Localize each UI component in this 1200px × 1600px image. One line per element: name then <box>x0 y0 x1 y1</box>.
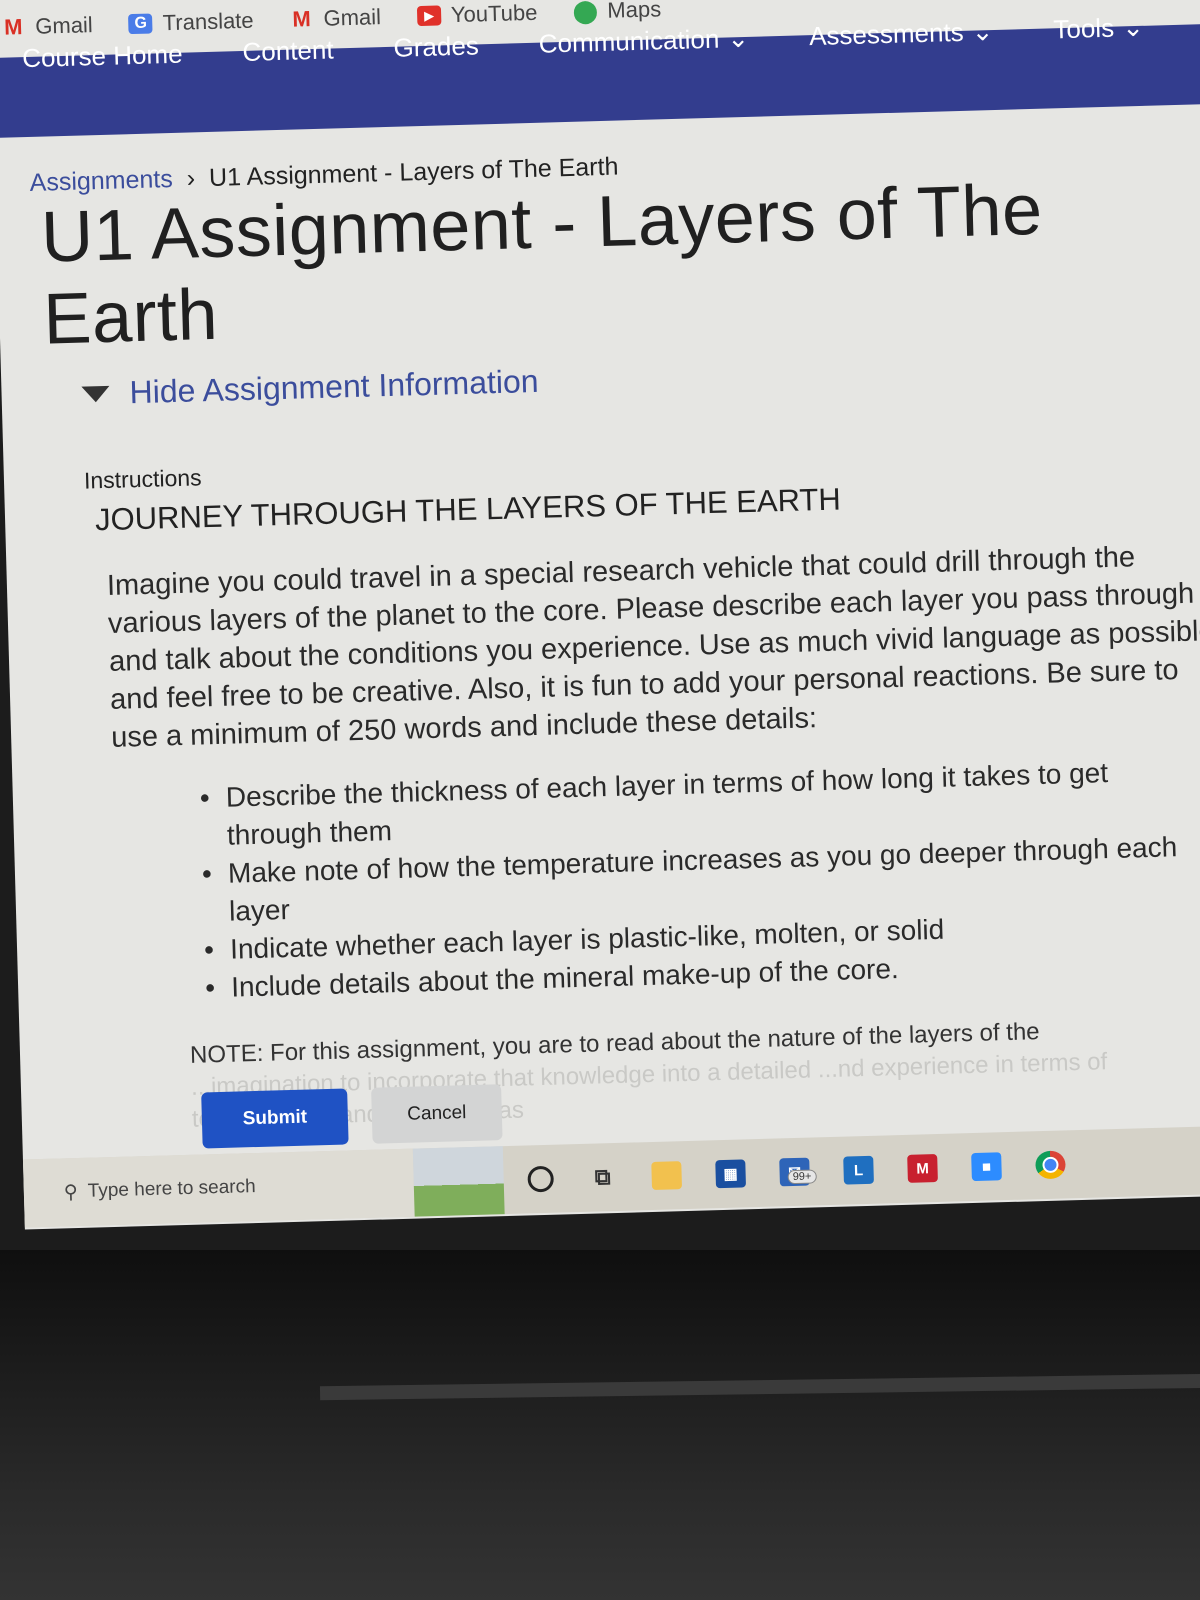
chevron-down-icon: ⌄ <box>1121 11 1145 43</box>
laptop-screen: M Gmail G Translate M Gmail ▶ YouTube ⬤ … <box>0 0 1200 1230</box>
mcafee-icon[interactable]: M <box>907 1154 938 1183</box>
nav-communication[interactable]: Communication ⌄ <box>538 23 749 60</box>
nav-content[interactable]: Content <box>242 34 334 68</box>
instructions-paragraph: Imagine you could travel in a special re… <box>106 541 1200 754</box>
search-icon: ⚲ <box>63 1181 79 1203</box>
laptop-bezel <box>0 1250 1200 1600</box>
bookmark-label: Maps <box>606 0 662 23</box>
microsoft-store-icon[interactable]: ▦ <box>715 1159 747 1189</box>
chevron-down-icon: ⌄ <box>971 16 994 47</box>
taskbar-apps: ⧉ ▦ ✉99+ L M ■ <box>503 1150 1066 1194</box>
file-explorer-icon[interactable] <box>651 1161 683 1190</box>
bookmark-label: Gmail <box>323 4 382 31</box>
bookmark-youtube[interactable]: ▶ YouTube <box>416 0 538 29</box>
mail-badge: 99+ <box>787 1169 817 1185</box>
nav-assessments[interactable]: Assessments ⌄ <box>809 16 994 52</box>
bookmark-label: Gmail <box>34 12 94 39</box>
windows-taskbar: ⚲ Type here to search ⧉ ▦ ✉99+ L M ■ <box>22 1125 1200 1228</box>
zoom-icon[interactable]: ■ <box>971 1152 1002 1182</box>
task-view-icon[interactable]: ⧉ <box>587 1163 618 1192</box>
requirements-list: Describe the thickness of each layer in … <box>217 752 1183 1007</box>
bookmark-label: Translate <box>162 7 254 36</box>
l-app-icon[interactable]: L <box>843 1155 874 1185</box>
nav-label: Assessments <box>808 16 965 52</box>
taskbar-search[interactable]: ⚲ Type here to search <box>22 1148 415 1228</box>
bookmark-label: YouTube <box>450 0 538 28</box>
bookmark-translate[interactable]: G Translate <box>128 8 254 37</box>
submit-button[interactable]: Submit <box>201 1088 349 1149</box>
chrome-icon[interactable] <box>1035 1150 1066 1180</box>
nav-label: Communication <box>538 23 720 59</box>
caret-down-icon <box>81 385 110 403</box>
nav-tools[interactable]: Tools ⌄ <box>1053 12 1144 46</box>
bookmark-maps[interactable]: ⬤ Maps <box>572 0 662 25</box>
nav-label: Course Home <box>21 38 183 74</box>
page-title: U1 Assignment - Layers of The Earth <box>40 169 1044 360</box>
cortana-icon[interactable] <box>527 1165 555 1193</box>
bookmark-gmail-2[interactable]: M Gmail <box>289 4 381 33</box>
nav-label: Grades <box>393 30 480 63</box>
taskbar-search-placeholder: Type here to search <box>87 1176 256 1202</box>
hide-assignment-info-toggle[interactable]: Hide Assignment Information <box>81 363 539 413</box>
mail-icon[interactable]: ✉99+ <box>779 1157 817 1187</box>
nav-grades[interactable]: Grades <box>393 30 479 63</box>
toggle-label: Hide Assignment Information <box>129 362 540 411</box>
nav-label: Content <box>242 34 334 67</box>
gmail-icon: M <box>292 6 312 32</box>
breadcrumb-separator-icon: › <box>186 164 196 193</box>
chevron-down-icon: ⌄ <box>726 22 750 54</box>
maps-icon: ⬤ <box>572 0 599 24</box>
nav-label: Tools <box>1052 12 1115 45</box>
bookmark-gmail[interactable]: M Gmail <box>1 12 93 41</box>
search-highlight-image <box>412 1146 505 1217</box>
instructions-label: Instructions <box>83 464 202 494</box>
nav-course-home[interactable]: Course Home <box>22 39 183 74</box>
translate-icon: G <box>128 13 154 35</box>
youtube-icon: ▶ <box>416 5 442 27</box>
instructions-heading: JOURNEY THROUGH THE LAYERS OF THE EARTH <box>94 481 842 538</box>
gmail-icon: M <box>3 14 23 40</box>
cancel-button[interactable]: Cancel <box>371 1084 503 1144</box>
course-navbar: Course Home Content Grades Communication… <box>0 12 1200 138</box>
